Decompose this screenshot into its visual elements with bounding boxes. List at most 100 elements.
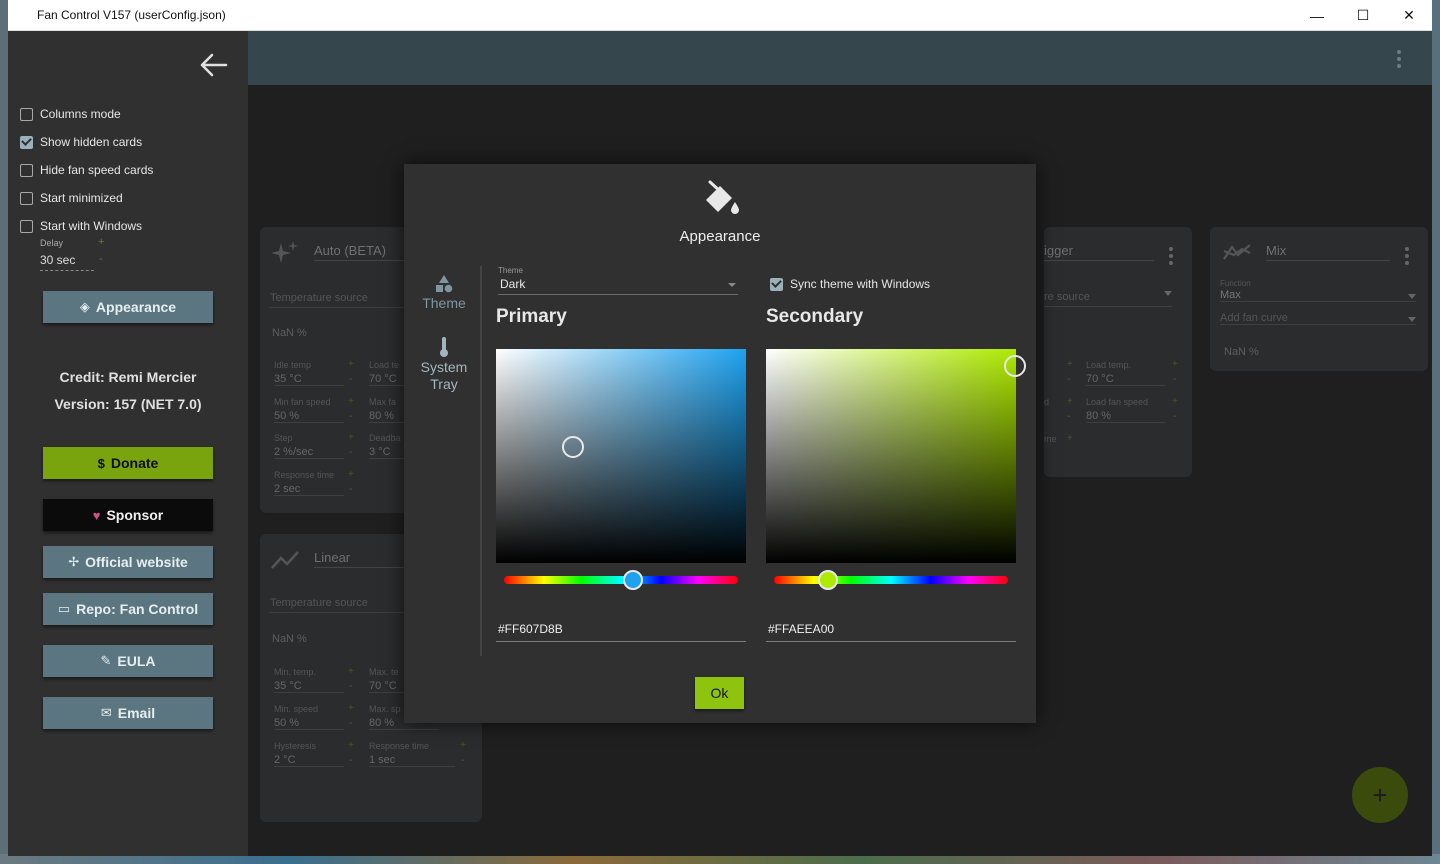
nav-system-tray[interactable]: System Tray — [404, 336, 484, 393]
official-website-button[interactable]: ✢ Official website — [43, 546, 213, 578]
minimize-button[interactable]: — — [1294, 0, 1340, 31]
paint-bucket-icon — [706, 180, 739, 214]
appearance-button[interactable]: ◈ Appearance — [43, 291, 213, 323]
maximize-button[interactable]: ☐ — [1340, 0, 1386, 31]
columns-mode-option[interactable]: Columns mode — [20, 107, 121, 121]
theme-select[interactable]: Dark — [498, 277, 738, 295]
show-hidden-cards-option[interactable]: Show hidden cards — [20, 135, 142, 149]
increase-button[interactable]: + — [1172, 359, 1178, 370]
decrease-button[interactable]: - — [349, 374, 352, 385]
response-time-input[interactable]: 1 sec — [369, 754, 455, 767]
load-fan-speed-input[interactable]: 80 % — [1086, 410, 1166, 423]
delay-input[interactable]: 30 sec — [40, 253, 94, 271]
hide-fan-speed-cards-checkbox[interactable] — [20, 163, 33, 177]
load-temp-input[interactable]: 70 °C — [1086, 373, 1166, 386]
card-menu-kebab-icon[interactable] — [1405, 247, 1409, 265]
start-with-windows-option[interactable]: Start with Windows — [20, 219, 142, 233]
ok-button[interactable]: Ok — [695, 677, 744, 709]
increase-button[interactable]: + — [1172, 396, 1178, 407]
option-label: Columns mode — [40, 107, 121, 121]
dropdown-caret-icon — [1164, 291, 1172, 296]
delay-increase-button[interactable]: + — [98, 236, 104, 248]
decrease-button[interactable]: - — [349, 718, 352, 729]
close-button[interactable]: ✕ — [1386, 0, 1432, 31]
repo-button[interactable]: ▭ Repo: Fan Control — [43, 593, 213, 625]
primary-color-area[interactable] — [496, 349, 746, 563]
nav-theme[interactable]: Theme — [404, 274, 484, 312]
add-card-fab[interactable]: + — [1352, 767, 1408, 823]
primary-color-thumb[interactable] — [562, 436, 584, 458]
primary-hue-thumb[interactable] — [622, 570, 643, 590]
sync-theme-option[interactable]: Sync theme with Windows — [770, 277, 930, 291]
increase-button[interactable]: + — [1067, 396, 1073, 407]
function-select[interactable]: Max — [1220, 289, 1416, 302]
start-with-windows-checkbox[interactable] — [20, 219, 33, 233]
increase-button[interactable]: + — [348, 469, 354, 480]
envelope-icon: ✉ — [100, 705, 112, 720]
increase-button[interactable]: + — [348, 396, 354, 407]
max-temp-label: Max. te — [369, 667, 399, 677]
columns-mode-checkbox[interactable] — [20, 107, 33, 121]
decrease-button[interactable]: - — [349, 755, 352, 766]
primary-hue-slider[interactable] — [504, 570, 738, 590]
increase-button[interactable]: + — [348, 740, 354, 751]
secondary-color-thumb[interactable] — [1004, 355, 1026, 377]
decrease-button[interactable]: - — [1067, 374, 1070, 385]
sync-theme-checkbox[interactable] — [770, 277, 783, 291]
idle-speed-label: d — [1044, 397, 1050, 407]
start-minimized-option[interactable]: Start minimized — [20, 191, 123, 205]
trigger-card-title: igger — [1044, 243, 1154, 261]
min-speed-input[interactable]: 50 % — [274, 717, 344, 730]
increase-button[interactable]: + — [348, 432, 354, 443]
secondary-color-area[interactable] — [766, 349, 1026, 563]
increase-button[interactable]: + — [348, 666, 354, 677]
temperature-source-select[interactable]: Temperature source — [270, 292, 368, 304]
secondary-hue-thumb[interactable] — [817, 570, 838, 590]
hide-fan-speed-cards-option[interactable]: Hide fan speed cards — [20, 163, 153, 177]
decrease-button[interactable]: - — [349, 484, 352, 495]
sponsor-button[interactable]: ♥ Sponsor — [43, 499, 213, 531]
decrease-button[interactable]: - — [349, 447, 352, 458]
donate-button[interactable]: $ Donate — [43, 447, 213, 479]
hysteresis-label: Hysteresis — [274, 741, 317, 751]
hysteresis-input[interactable]: 2 °C — [274, 754, 344, 767]
decrease-button[interactable]: - — [1173, 374, 1176, 385]
increase-button[interactable]: + — [348, 703, 354, 714]
decrease-button[interactable]: - — [1067, 411, 1070, 422]
temperature-source-select[interactable]: Temperature source — [270, 597, 368, 609]
temperature-source-select[interactable]: re source — [1044, 291, 1090, 303]
secondary-hue-slider[interactable] — [774, 570, 1008, 590]
eula-button[interactable]: ✎ EULA — [43, 645, 213, 677]
shapes-icon — [436, 275, 453, 293]
min-fan-speed-input[interactable]: 50 % — [274, 410, 344, 423]
appearance-button-label: Appearance — [95, 299, 177, 315]
response-time-input[interactable]: 2 sec — [274, 483, 344, 496]
step-input[interactable]: 2 %/sec — [274, 446, 344, 459]
auto-card-output: NaN % — [272, 327, 307, 339]
card-menu-kebab-icon[interactable] — [1169, 247, 1173, 265]
decrease-button[interactable]: - — [1173, 411, 1176, 422]
dollar-icon: $ — [97, 455, 105, 471]
idle-temp-input[interactable]: 35 °C — [274, 373, 344, 386]
min-temp-input[interactable]: 35 °C — [274, 680, 344, 693]
window-controls: — ☐ ✕ — [1294, 0, 1432, 31]
increase-button[interactable]: + — [1067, 359, 1073, 370]
increase-button[interactable]: + — [348, 359, 354, 370]
increase-button[interactable]: + — [460, 740, 466, 751]
decrease-button[interactable]: - — [349, 411, 352, 422]
show-hidden-cards-checkbox[interactable] — [20, 135, 33, 149]
theme-label: Theme — [498, 266, 523, 275]
menu-kebab-icon[interactable] — [1397, 50, 1401, 68]
add-fan-curve-select[interactable]: Add fan curve — [1220, 312, 1416, 325]
start-minimized-checkbox[interactable] — [20, 191, 33, 205]
laptop-icon: ▭ — [57, 601, 71, 616]
response-time-label: Response time — [369, 741, 430, 751]
back-arrow-icon[interactable] — [198, 51, 230, 79]
decrease-button[interactable]: - — [461, 755, 464, 766]
decrease-button[interactable]: - — [349, 681, 352, 692]
delay-decrease-button[interactable]: - — [99, 253, 103, 265]
increase-button[interactable]: + — [1067, 433, 1073, 444]
email-button[interactable]: ✉ Email — [43, 697, 213, 729]
secondary-hex-input[interactable]: #FFAEEA00 — [766, 622, 1016, 642]
primary-hex-input[interactable]: #FF607D8B — [496, 622, 746, 642]
